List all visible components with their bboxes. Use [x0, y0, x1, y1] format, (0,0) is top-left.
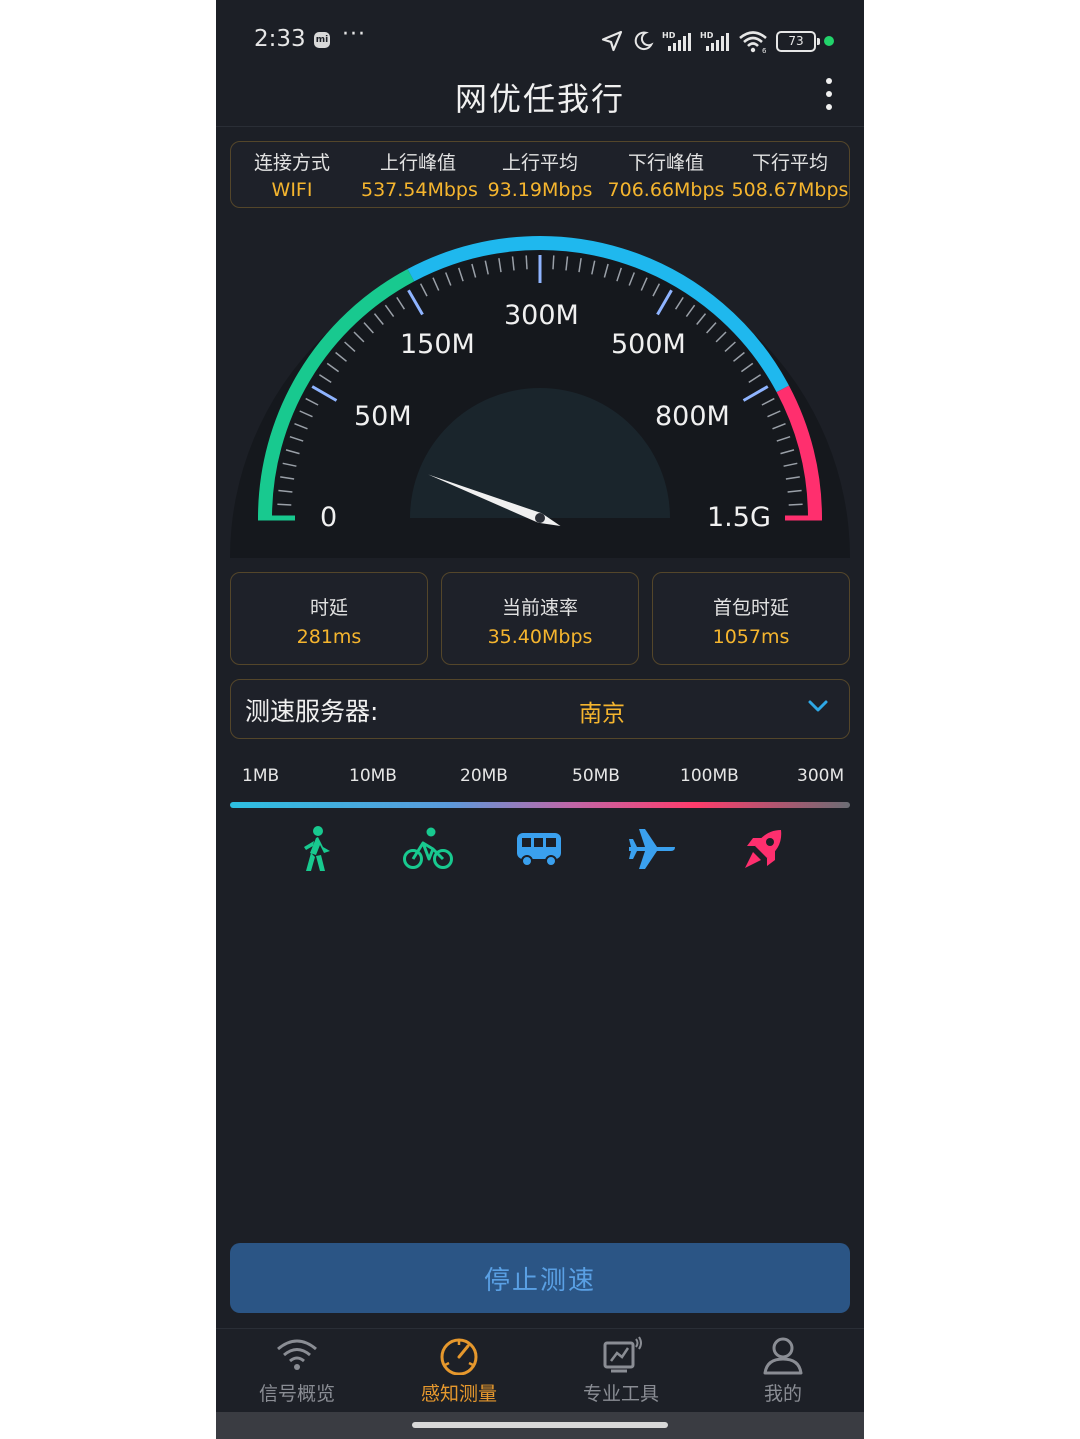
- more-menu-icon[interactable]: [820, 78, 838, 114]
- gauge-label-300m: 300M: [504, 300, 579, 331]
- person-icon: [763, 1337, 803, 1375]
- connection-label: 连接方式: [253, 152, 330, 174]
- svg-text:HD: HD: [662, 31, 676, 40]
- bicycle-icon: [398, 822, 458, 876]
- svg-text:6: 6: [762, 47, 767, 53]
- down-peak-label: 下行峰值: [627, 152, 704, 174]
- gauge-label-150m: 150M: [400, 329, 475, 360]
- more-notifications-icon: ···: [342, 22, 366, 47]
- nav-label-mine: 我的: [763, 1383, 802, 1405]
- gauge-label-0: 0: [320, 502, 337, 533]
- battery-icon: 73: [776, 30, 820, 52]
- size-option-100mb[interactable]: 100MB: [680, 766, 739, 786]
- latency-value: 281ms: [296, 626, 362, 648]
- gauge-label-800m: 800M: [655, 401, 730, 432]
- nav-label-perception-measure: 感知测量: [420, 1383, 497, 1405]
- wifi-icon: [277, 1339, 317, 1370]
- svg-text:HD: HD: [700, 31, 714, 40]
- connection-value: WIFI: [271, 179, 313, 201]
- status-icons: HD HD 6 73: [600, 28, 834, 54]
- nav-item-mine[interactable]: 我的: [702, 1335, 864, 1406]
- server-selector[interactable]: 测速服务器: 南京: [230, 679, 850, 739]
- down-peak-value: 706.66Mbps: [607, 179, 725, 201]
- phone-screen: 2:33 mi ··· HD HD 6 73 网优任我行 连接方式 WIFI 上…: [216, 0, 864, 1439]
- down-peak-stat: 下行峰值 706.66Mbps: [607, 148, 725, 201]
- first-packet-value: 1057ms: [712, 626, 790, 648]
- app-title: 网优任我行: [454, 80, 625, 118]
- chevron-down-icon[interactable]: [807, 698, 829, 714]
- bottom-navigation: 信号概览 感知测量 专业工具 我的: [216, 1328, 864, 1413]
- first-packet-label: 首包时延: [712, 597, 789, 619]
- up-avg-stat: 上行平均 93.19Mbps: [487, 148, 593, 201]
- speedometer-icon: [440, 1338, 478, 1376]
- privacy-indicator-dot: [824, 36, 834, 46]
- speed-gauge: 0 50M 150M 300M 500M 800M 1.5G: [230, 236, 850, 558]
- gauge-tick: [788, 503, 803, 506]
- header-divider: [216, 126, 864, 127]
- gauge-label-1-5g: 1.5G: [707, 502, 771, 533]
- current-speed-card: 当前速率 35.40Mbps: [441, 572, 639, 665]
- moon-icon: [634, 31, 654, 51]
- gauge-tick: [277, 503, 292, 506]
- connection-stat: 连接方式 WIFI: [239, 148, 345, 201]
- gauge-tick: [525, 255, 528, 270]
- rocket-icon: [734, 822, 794, 876]
- size-option-20mb[interactable]: 20MB: [460, 766, 508, 786]
- size-option-50mb[interactable]: 50MB: [572, 766, 620, 786]
- bus-icon: [510, 822, 570, 876]
- summary-stats-panel: 连接方式 WIFI 上行峰值 537.54Mbps 上行平均 93.19Mbps…: [230, 141, 850, 208]
- gauge-label-50m: 50M: [354, 401, 412, 432]
- gauge-tick: [552, 255, 555, 270]
- nav-item-pro-tools[interactable]: 专业工具: [540, 1335, 702, 1406]
- tools-monitor-icon: [603, 1336, 642, 1373]
- nav-item-signal-overview[interactable]: 信号概览: [216, 1335, 378, 1406]
- size-option-1mb[interactable]: 1MB: [242, 766, 279, 786]
- server-label: 测速服务器:: [245, 697, 379, 726]
- current-speed-label: 当前速率: [501, 597, 578, 619]
- up-peak-value: 537.54Mbps: [361, 179, 478, 201]
- down-avg-value: 508.67Mbps: [731, 179, 849, 201]
- up-peak-label: 上行峰值: [379, 152, 456, 174]
- first-packet-card: 首包时延 1057ms: [652, 572, 850, 665]
- nav-item-perception-measure[interactable]: 感知测量: [378, 1335, 540, 1406]
- nav-label-pro-tools: 专业工具: [582, 1383, 659, 1405]
- down-avg-stat: 下行平均 508.67Mbps: [731, 148, 849, 201]
- size-option-300m[interactable]: 300M: [797, 766, 844, 786]
- latency-label: 时延: [309, 597, 348, 619]
- hd-signal-icon-2: HD: [700, 31, 729, 51]
- size-option-10mb[interactable]: 10MB: [349, 766, 397, 786]
- hd-signal-icon-1: HD: [662, 31, 691, 51]
- location-arrow-icon: [601, 30, 623, 52]
- needle-pivot: [535, 513, 545, 523]
- current-speed-value: 35.40Mbps: [487, 626, 593, 648]
- stop-test-button[interactable]: 停止测速: [230, 1243, 850, 1313]
- status-time: 2:33: [254, 26, 306, 52]
- wifi-status-icon: 6: [739, 31, 767, 53]
- latency-card: 时延 281ms: [230, 572, 428, 665]
- up-peak-stat: 上行峰值 537.54Mbps: [361, 148, 478, 201]
- speed-mode-icons: [216, 822, 864, 876]
- home-indicator[interactable]: [412, 1422, 668, 1428]
- down-avg-label: 下行平均: [751, 152, 828, 174]
- speed-gradient-bar: [230, 802, 850, 808]
- up-avg-label: 上行平均: [501, 152, 578, 174]
- walk-icon: [286, 822, 346, 876]
- up-avg-value: 93.19Mbps: [487, 179, 593, 201]
- mi-notification-icon: mi: [314, 32, 330, 48]
- gauge-label-500m: 500M: [611, 329, 686, 360]
- file-size-options: 1MB 10MB 20MB 50MB 100MB 300M: [216, 766, 864, 792]
- airplane-icon: [622, 822, 682, 876]
- server-value: 南京: [579, 701, 625, 727]
- nav-label-signal-overview: 信号概览: [258, 1383, 335, 1405]
